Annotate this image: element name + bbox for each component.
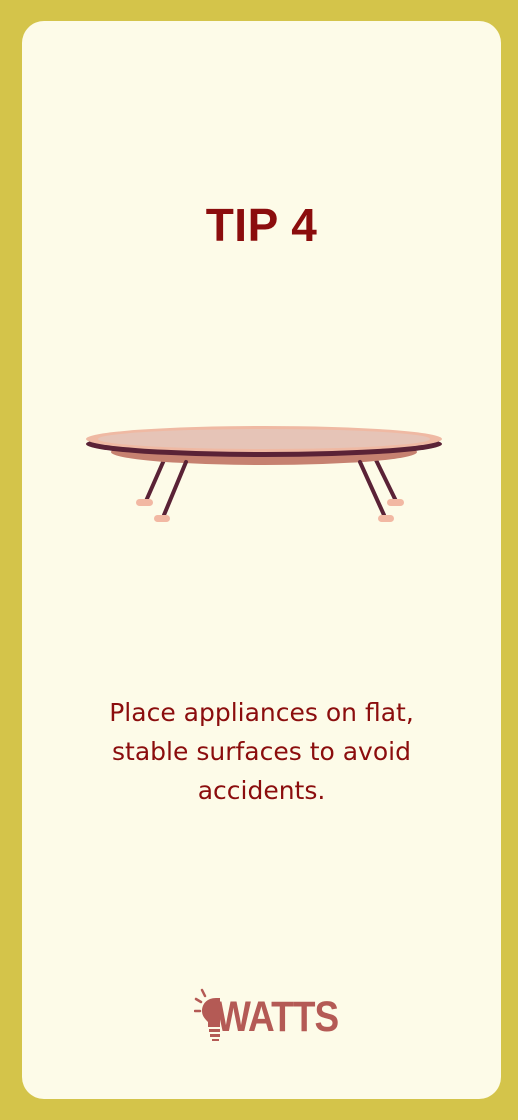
tip-description: Place appliances on flat, stable surface…	[109, 698, 414, 805]
tip-card: TIP 4 Place appliances on flat, stable s…	[22, 21, 501, 1099]
tip-title: TIP 4	[205, 199, 318, 251]
logo-wordmark: WATTS	[216, 993, 339, 1041]
watts-logo: WATTS	[194, 987, 339, 1045]
low-round-table-icon	[86, 426, 442, 522]
